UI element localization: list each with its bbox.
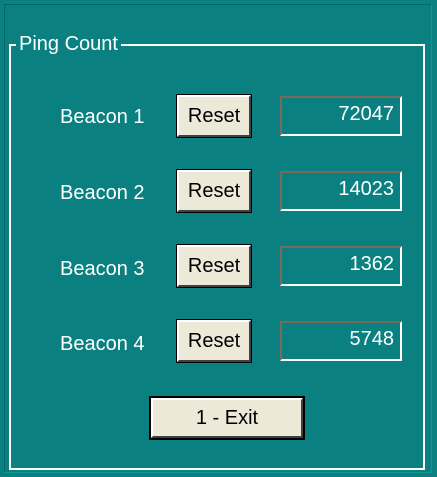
groupbox-title: Ping Count [16, 31, 121, 57]
beacon-2-reset-button[interactable]: Reset [176, 169, 252, 213]
beacon-3-label: Beacon 3 [60, 258, 145, 280]
ping-count-window: Ping Count Beacon 1 Reset 72047 Beacon 2… [0, 0, 437, 477]
beacon-1-count-field: 72047 [280, 96, 402, 136]
beacon-3-count-field: 1362 [280, 246, 402, 286]
beacon-4-reset-button[interactable]: Reset [176, 319, 252, 363]
beacon-4-label: Beacon 4 [60, 333, 145, 355]
beacon-3-reset-button[interactable]: Reset [176, 244, 252, 288]
exit-button[interactable]: 1 - Exit [149, 396, 305, 440]
beacon-2-label: Beacon 2 [60, 182, 145, 204]
beacon-4-count-field: 5748 [280, 321, 402, 361]
beacon-2-count-field: 14023 [280, 171, 402, 211]
beacon-1-label: Beacon 1 [60, 106, 145, 128]
beacon-1-reset-button[interactable]: Reset [176, 94, 252, 138]
